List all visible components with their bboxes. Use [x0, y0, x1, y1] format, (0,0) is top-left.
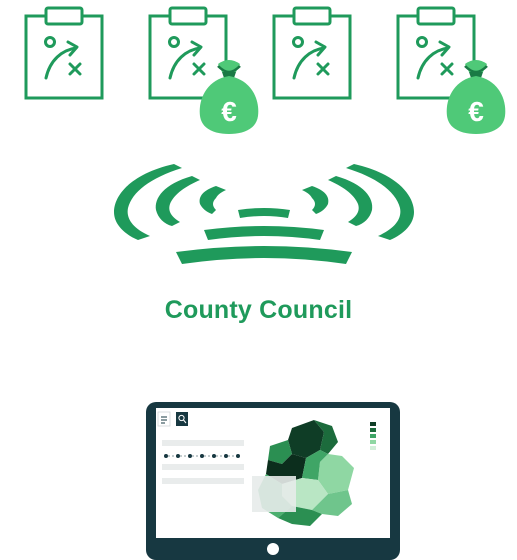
euro-money-bag-icon: € [443, 54, 509, 134]
tablet-map-dashboard-icon [146, 402, 400, 560]
page-title: County Council [164, 296, 353, 324]
broadcast-signal-icon [114, 164, 414, 264]
euro-symbol: € [468, 96, 484, 127]
clipboard-strategy-icon [24, 6, 104, 100]
clipboard-strategy-icon [272, 6, 352, 100]
euro-money-bag-icon: € [196, 54, 262, 134]
euro-symbol: € [221, 96, 237, 127]
